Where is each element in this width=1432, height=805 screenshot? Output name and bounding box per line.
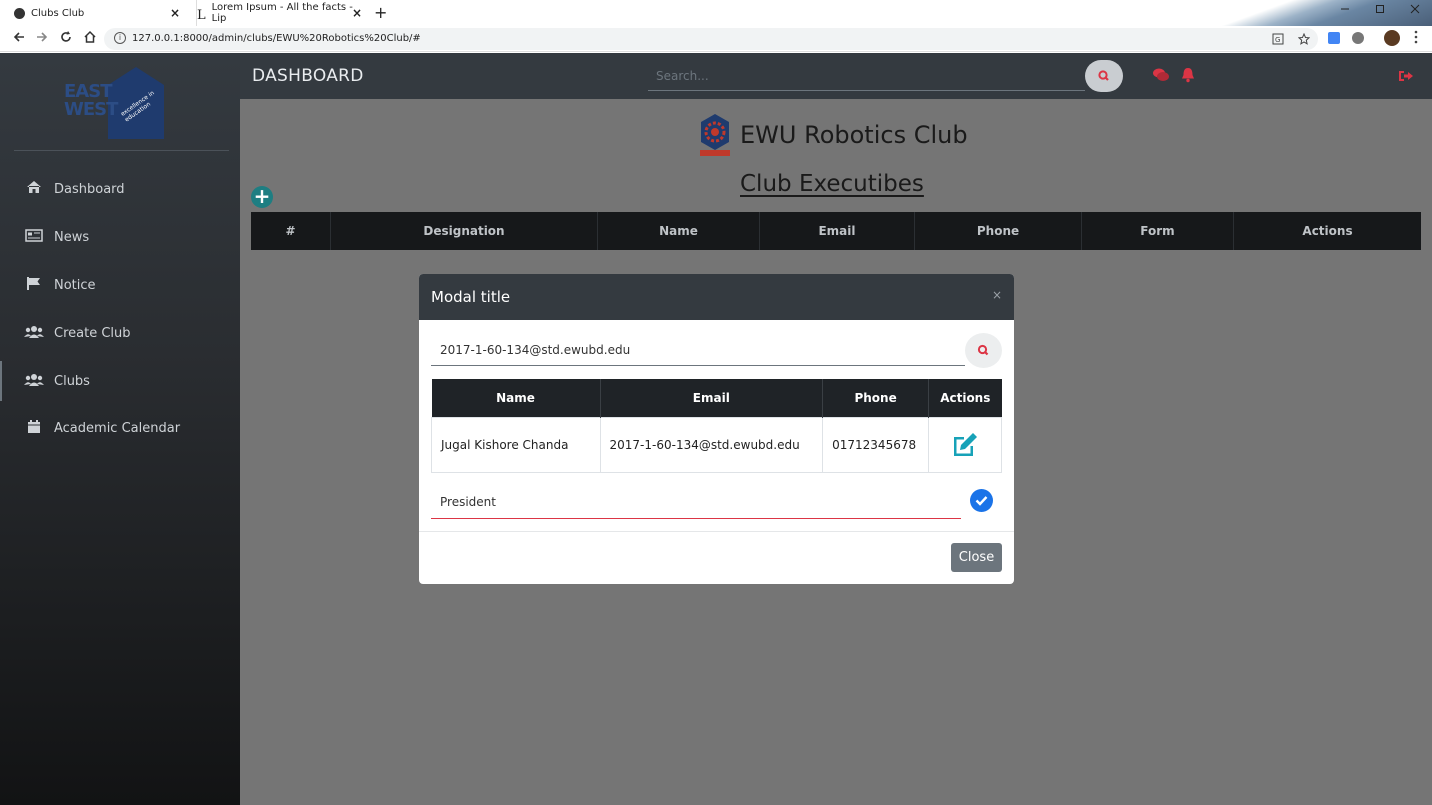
club-logo xyxy=(700,114,730,156)
column-header: Email xyxy=(600,379,824,417)
sidebar-item-label: Clubs xyxy=(54,373,90,389)
executives-table-header: # Designation Name Email Phone Form Acti… xyxy=(251,212,1421,250)
window-close-icon[interactable] xyxy=(1410,4,1420,17)
notifications-button[interactable] xyxy=(1179,66,1197,84)
globe-icon xyxy=(14,7,25,19)
tab-title: Clubs Club xyxy=(31,7,85,19)
url-field[interactable]: i 127.0.0.1:8000/admin/clubs/EWU%20Robot… xyxy=(104,28,1318,50)
browser-tab-lorem[interactable]: L Lorem Ipsum - All the facts - Lip × xyxy=(196,0,366,26)
bell-icon xyxy=(1182,68,1194,83)
column-header: Designation xyxy=(331,212,598,250)
column-header: Name xyxy=(431,379,601,417)
logo-text: EAST WEST xyxy=(64,81,118,120)
calendar-icon xyxy=(24,419,44,438)
sign-out-icon xyxy=(1399,71,1413,81)
search-icon xyxy=(1098,70,1109,81)
club-header: EWU Robotics Club xyxy=(696,111,968,159)
extension-drive-icon[interactable] xyxy=(1352,32,1364,44)
table-row: Jugal Kishore Chanda 2017-1-60-134@std.e… xyxy=(431,416,1002,473)
column-header: Phone xyxy=(822,379,930,417)
modal-title: Modal title xyxy=(431,288,511,306)
member-search-button[interactable] xyxy=(965,333,1002,368)
university-logo: EAST WEST excellence in education xyxy=(60,65,180,143)
profile-avatar[interactable] xyxy=(1384,30,1400,46)
svg-text:G: G xyxy=(1275,36,1280,44)
sidebar-item-academic-calendar[interactable]: Academic Calendar xyxy=(0,408,240,448)
sidebar-divider xyxy=(14,150,229,151)
bookmark-star-icon[interactable] xyxy=(1297,32,1311,48)
sidebar-item-clubs[interactable]: Clubs xyxy=(0,361,240,401)
modal-dialog: Modal title × Name Email Phone Actions J… xyxy=(419,274,1014,584)
lorem-favicon-icon: L xyxy=(197,7,206,23)
flag-icon xyxy=(24,276,44,295)
top-header: DASHBOARD xyxy=(240,53,1432,99)
modal-header: Modal title × xyxy=(419,274,1014,320)
member-phone: 01712345678 xyxy=(822,416,930,473)
users-icon xyxy=(24,325,44,342)
member-results-table: Name Email Phone Actions Jugal Kishore C… xyxy=(431,379,1002,473)
search-input[interactable] xyxy=(648,61,1085,91)
minimize-icon[interactable] xyxy=(1340,4,1350,17)
tab-title: Lorem Ipsum - All the facts - Lip xyxy=(211,2,353,24)
extension-icon[interactable] xyxy=(1328,32,1340,44)
member-email: 2017-1-60-134@std.ewubd.edu xyxy=(599,416,824,473)
browser-address-bar: i 127.0.0.1:8000/admin/clubs/EWU%20Robot… xyxy=(0,26,1432,52)
column-header: # xyxy=(251,212,331,250)
column-header: Form xyxy=(1082,212,1234,250)
modal-footer-divider xyxy=(419,531,1014,532)
add-executive-button[interactable]: + xyxy=(251,186,273,208)
back-arrow-icon[interactable] xyxy=(12,30,26,48)
browser-menu-icon[interactable] xyxy=(1414,30,1418,47)
section-title: Club Executibes xyxy=(740,171,924,197)
browser-tab-clubs[interactable]: Clubs Club × xyxy=(14,0,184,26)
logout-button[interactable] xyxy=(1398,68,1414,82)
member-name: Jugal Kishore Chanda xyxy=(431,416,601,473)
close-tab-icon[interactable]: × xyxy=(170,6,180,20)
sidebar-item-label: Dashboard xyxy=(54,181,125,197)
column-header: Actions xyxy=(1302,224,1353,238)
site-info-icon[interactable]: i xyxy=(114,32,126,44)
sidebar-item-news[interactable]: News xyxy=(0,217,240,257)
club-name: EWU Robotics Club xyxy=(740,121,968,149)
column-header: Phone xyxy=(915,212,1082,250)
new-tab-button[interactable]: + xyxy=(374,3,387,22)
search-icon xyxy=(977,344,989,356)
forward-arrow-icon[interactable] xyxy=(35,30,49,48)
sidebar-item-dashboard[interactable]: Dashboard xyxy=(0,169,240,209)
designation-input[interactable] xyxy=(431,486,961,519)
column-header: Name xyxy=(598,212,760,250)
modal-close-icon[interactable]: × xyxy=(992,288,1002,302)
newspaper-icon xyxy=(24,228,44,246)
sidebar-item-notice[interactable]: Notice xyxy=(0,265,240,305)
comments-icon xyxy=(1153,68,1169,81)
home-icon[interactable] xyxy=(83,30,97,48)
search-button[interactable] xyxy=(1085,60,1123,92)
sidebar-item-label: Create Club xyxy=(54,325,131,341)
edit-icon[interactable] xyxy=(951,431,979,459)
users-icon xyxy=(24,373,44,390)
close-button[interactable]: Close xyxy=(951,543,1002,572)
sidebar: EAST WEST excellence in education Dashbo… xyxy=(0,53,240,805)
column-header: Actions xyxy=(928,379,1002,417)
home-icon xyxy=(24,180,44,198)
url-text: 127.0.0.1:8000/admin/clubs/EWU%20Robotic… xyxy=(132,33,421,44)
browser-tab-bar: Clubs Club × L Lorem Ipsum - All the fac… xyxy=(0,0,1432,26)
maximize-icon[interactable] xyxy=(1375,4,1385,17)
page-title: DASHBOARD xyxy=(252,66,364,86)
confirm-designation-button[interactable] xyxy=(970,489,993,512)
actions-cell xyxy=(928,416,1002,473)
sidebar-item-label: News xyxy=(54,229,90,245)
check-icon xyxy=(975,496,988,506)
close-tab-icon[interactable]: × xyxy=(352,6,362,20)
sidebar-item-label: Notice xyxy=(54,277,96,293)
messages-button[interactable] xyxy=(1152,66,1170,84)
window-background-image xyxy=(1202,0,1432,26)
column-header: Email xyxy=(760,212,915,250)
translate-icon[interactable]: G xyxy=(1272,33,1284,48)
sidebar-item-label: Academic Calendar xyxy=(54,420,181,436)
reload-icon[interactable] xyxy=(59,30,73,48)
member-search-input[interactable] xyxy=(431,334,965,366)
sidebar-item-create-club[interactable]: Create Club xyxy=(0,313,240,353)
